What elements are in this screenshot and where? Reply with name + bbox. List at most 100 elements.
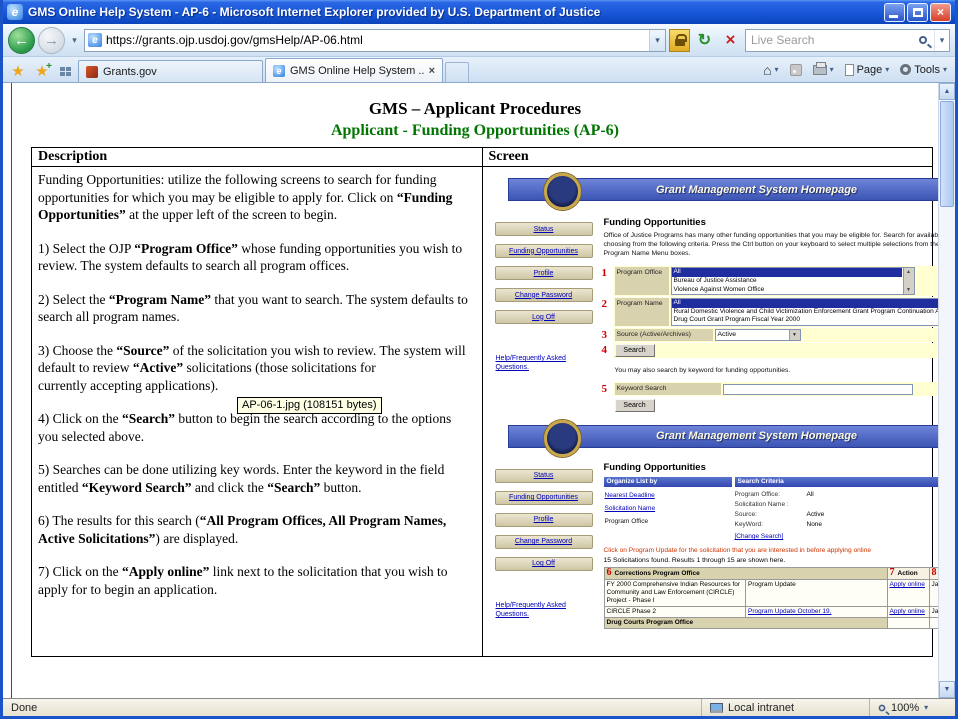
source-dropdown[interactable]: Active ▼ xyxy=(715,329,801,341)
result-row: FY 2000 Comprehensive Indian Resources f… xyxy=(604,579,938,606)
desc-paragraph-4: 4) Click on the “Search” button to begin… xyxy=(38,410,474,445)
sort-nearest-deadline-link[interactable]: Nearest Deadline xyxy=(605,492,735,499)
keyword-search-input[interactable] xyxy=(723,384,913,395)
gms-nav-funding-opportunities[interactable]: Funding Opportunities xyxy=(495,244,593,258)
select-option[interactable]: Violence Against Women Office xyxy=(672,286,902,295)
change-search-link[interactable]: [Change Search] xyxy=(735,533,939,540)
search-magnifier-button[interactable] xyxy=(912,30,934,51)
refresh-button[interactable]: ↻ xyxy=(693,29,716,52)
deadline-column-header: 8Deadline xyxy=(929,567,938,579)
select-option[interactable]: Rural Domestic Violence and Child Victim… xyxy=(672,308,939,317)
search-input[interactable]: Live Search xyxy=(746,33,912,47)
scroll-up-button[interactable]: ▲ xyxy=(939,83,955,100)
minimize-button[interactable] xyxy=(884,3,905,22)
select-option[interactable]: All xyxy=(672,299,939,308)
doj-seal xyxy=(544,420,581,457)
zoom-dropdown-icon[interactable]: ▾ xyxy=(924,703,928,712)
status-text: Done xyxy=(3,702,37,714)
gms-heading: Funding Opportunities xyxy=(604,462,939,473)
recent-pages-dropdown[interactable]: ▾ xyxy=(68,35,81,46)
command-bar: ⌂▾ ▾ Page▾ Tools▾ xyxy=(758,57,952,82)
program-name-select[interactable]: All Rural Domestic Violence and Child Vi… xyxy=(671,298,939,326)
plus-icon: + xyxy=(46,61,52,72)
group-header-row: 6Corrections Program Office 7Action 8Dea… xyxy=(604,567,938,579)
source-row: 3 Source (Active/Archives) Active ▼ xyxy=(602,328,939,342)
tab-bar: ★ ★+ Grants.gov e GMS Online Help System… xyxy=(3,57,955,83)
favorites-center-button[interactable]: ★ xyxy=(6,60,30,82)
vertical-scrollbar[interactable]: ▲ ▼ xyxy=(938,83,955,698)
gms-nav-change-password[interactable]: Change Password xyxy=(495,535,593,549)
gms-nav-funding-opportunities[interactable]: Funding Opportunities xyxy=(495,491,593,505)
address-bar[interactable]: e https://grants.ojp.usdoj.gov/gmsHelp/A… xyxy=(84,29,666,52)
organize-links: Nearest Deadline Solicitation Name Progr… xyxy=(604,489,735,540)
star-icon: ★ xyxy=(11,64,24,79)
sort-solicitation-name-link[interactable]: Solicitation Name xyxy=(605,505,735,512)
zone-label: Local intranet xyxy=(728,702,794,714)
window-title: GMS Online Help System - AP-6 - Microsof… xyxy=(28,5,879,19)
lock-icon xyxy=(675,39,685,46)
navigation-bar: ← → ▾ e https://grants.ojp.usdoj.gov/gms… xyxy=(3,24,955,57)
url-text[interactable]: https://grants.ojp.usdoj.gov/gmsHelp/AP-… xyxy=(106,33,649,47)
home-button[interactable]: ⌂▾ xyxy=(758,59,783,81)
program-update-link[interactable]: Program Update October 19, xyxy=(748,608,831,615)
program-office-label: Program Office xyxy=(615,267,669,295)
gms-nav-change-password[interactable]: Change Password xyxy=(495,288,593,302)
program-office-row: 1 Program Office All Bureau of Justice A… xyxy=(602,266,939,296)
rss-feed-icon xyxy=(790,64,802,76)
doj-seal xyxy=(544,173,581,210)
gms-heading: Funding Opportunities xyxy=(604,217,939,228)
title-bar: e GMS Online Help System - AP-6 - Micros… xyxy=(3,0,955,24)
zoom-icon xyxy=(879,704,886,711)
printer-icon xyxy=(813,65,827,75)
page-menu-button[interactable]: Page▾ xyxy=(840,59,895,81)
new-tab-stub[interactable] xyxy=(445,62,469,82)
scrollbar-thumb[interactable] xyxy=(940,101,954,207)
dropdown-arrow-icon[interactable]: ▼ xyxy=(789,330,800,340)
gms-nav-profile[interactable]: Profile xyxy=(495,266,593,280)
scroll-down-button[interactable]: ▼ xyxy=(939,681,955,698)
search-box[interactable]: Live Search ▾ xyxy=(745,29,950,52)
security-lock-icon[interactable] xyxy=(669,29,690,52)
gms-nav-status[interactable]: Status xyxy=(495,222,593,236)
tools-menu-button[interactable]: Tools▾ xyxy=(895,59,952,81)
select-option[interactable]: Drug Court Grant Program Fiscal Year 200… xyxy=(672,316,939,325)
apply-online-link[interactable]: Apply online xyxy=(890,608,925,615)
maximize-button[interactable] xyxy=(907,3,928,22)
help-page: GMS – Applicant Procedures Applicant - F… xyxy=(12,83,938,657)
gms-nav-status[interactable]: Status xyxy=(495,469,593,483)
feeds-button[interactable] xyxy=(785,59,807,81)
apply-online-link[interactable]: Apply online xyxy=(890,581,925,588)
keyword-search-row: 5 Keyword Search xyxy=(602,382,939,396)
back-button[interactable]: ← xyxy=(8,27,35,54)
select-option[interactable]: Bureau of Justice Assistance xyxy=(672,277,902,286)
gms-search-button[interactable]: Search xyxy=(615,344,655,357)
document-area: GMS – Applicant Procedures Applicant - F… xyxy=(11,83,938,698)
close-button[interactable]: × xyxy=(930,3,951,22)
add-favorite-button[interactable]: ★+ xyxy=(30,60,54,82)
tab-close-icon[interactable]: × xyxy=(429,65,435,77)
address-dropdown[interactable]: ▾ xyxy=(649,30,665,51)
page-favicon: e xyxy=(88,33,102,47)
gms-help-link[interactable]: Help/Frequently Asked Questions. xyxy=(496,601,594,619)
description-column-header: Description xyxy=(32,148,483,167)
gms-nav-log-off[interactable]: Log Off xyxy=(495,310,593,324)
status-bar: Done Local intranet 100% ▾ xyxy=(3,698,955,716)
gms-help-link[interactable]: Help/Frequently Asked Questions. xyxy=(496,354,594,372)
select-option[interactable]: All xyxy=(672,268,902,277)
zoom-control[interactable]: 100% ▾ xyxy=(869,699,955,716)
gms-nav-profile[interactable]: Profile xyxy=(495,513,593,527)
stop-button[interactable]: × xyxy=(719,29,742,52)
quick-tabs-button[interactable] xyxy=(54,60,76,82)
tab-grants-gov[interactable]: Grants.gov xyxy=(78,60,263,82)
print-button[interactable]: ▾ xyxy=(808,59,839,81)
search-provider-dropdown[interactable]: ▾ xyxy=(934,30,949,51)
select-scrollbar[interactable]: ▲▼ xyxy=(903,268,914,294)
program-office-select[interactable]: All Bureau of Justice Assistance Violenc… xyxy=(671,267,915,295)
callout-1: 1 xyxy=(602,266,613,296)
gms-nav-log-off[interactable]: Log Off xyxy=(495,557,593,571)
desc-paragraph-1: 1) Select the OJP “Program Office” whose… xyxy=(38,240,474,275)
desc-paragraph-6: 6) The results for this search (“All Pro… xyxy=(38,512,474,547)
gms-keyword-search-button[interactable]: Search xyxy=(615,399,655,412)
tab-gms-help[interactable]: e GMS Online Help System ... × xyxy=(265,58,443,82)
forward-button[interactable]: → xyxy=(38,27,65,54)
